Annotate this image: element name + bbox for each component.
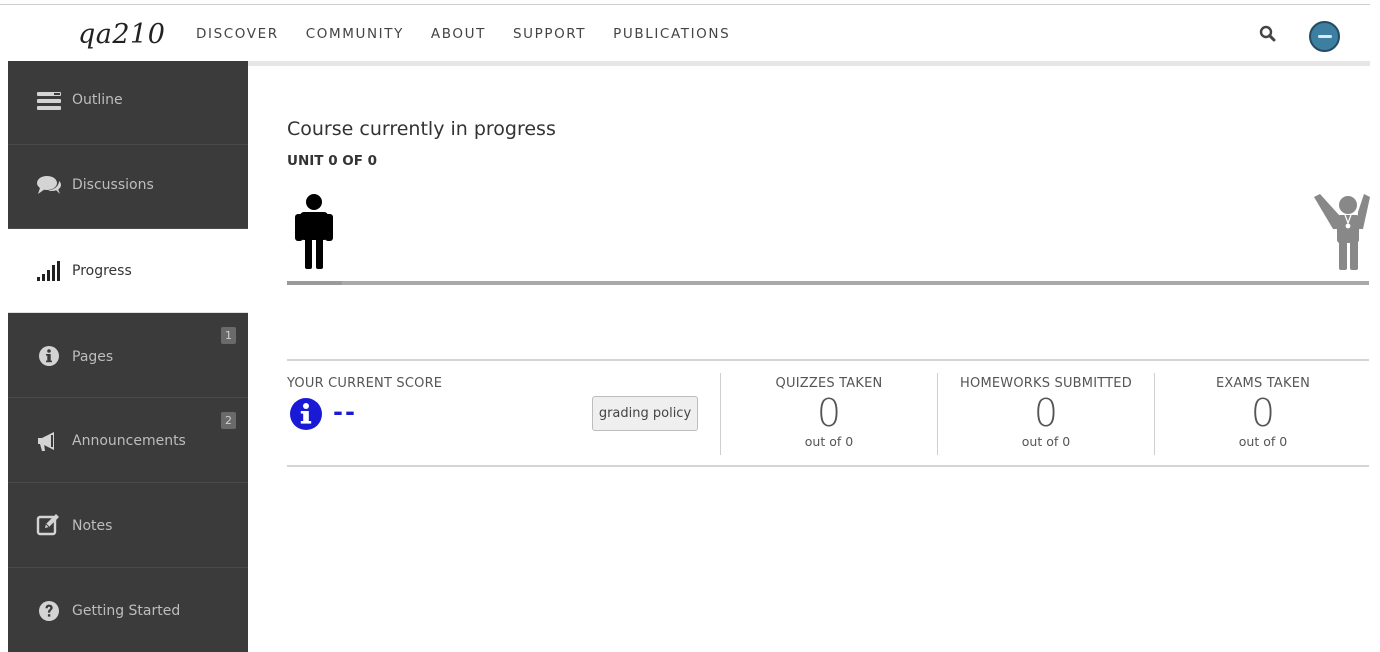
user-avatar[interactable] [1309, 21, 1340, 52]
current-score-value: -- [333, 398, 357, 426]
unit-counter: UNIT 0 OF 0 [287, 153, 378, 169]
finish-person-icon [1312, 193, 1370, 270]
top-navbar: qa210 DISCOVER COMMUNITY ABOUT SUPPORT P… [0, 5, 1380, 61]
header-divider [248, 61, 1370, 66]
stat-label: QUIZZES TAKEN [775, 376, 883, 391]
stats-separator [1154, 373, 1155, 455]
score-info-icon[interactable] [289, 397, 323, 431]
sidebar-item-label: Progress [72, 263, 132, 279]
course-sidebar: Outline Discussions Progress 1 Pages 2 A… [8, 61, 248, 652]
info-icon [36, 345, 62, 367]
avatar-mark [1317, 35, 1332, 38]
sidebar-item-label: Discussions [72, 177, 154, 193]
stats-separator [937, 373, 938, 455]
pages-count-badge: 1 [221, 327, 236, 344]
quizzes-taken-stat: QUIZZES TAKEN 0 out of 0 [722, 376, 936, 449]
nav-support[interactable]: SUPPORT [513, 26, 586, 42]
outline-icon [36, 90, 62, 112]
stats-divider-bottom [287, 465, 1369, 467]
site-logo[interactable]: qa210 [78, 19, 165, 50]
nav-publications[interactable]: PUBLICATIONS [613, 26, 730, 42]
comments-icon [36, 174, 62, 196]
sidebar-item-notes[interactable]: Notes [8, 484, 248, 568]
stat-label: EXAMS TAKEN [1215, 376, 1311, 391]
question-icon [36, 600, 62, 622]
sidebar-item-label: Outline [72, 92, 123, 108]
sidebar-item-discussions[interactable]: Discussions [8, 145, 248, 229]
edit-icon [36, 514, 62, 536]
nav-discover[interactable]: DISCOVER [196, 26, 279, 42]
nav-community[interactable]: COMMUNITY [306, 26, 404, 42]
page-title: Course currently in progress [287, 118, 556, 140]
search-icon[interactable] [1258, 24, 1278, 44]
stat-subtext: out of 0 [1238, 434, 1288, 449]
signal-bars-icon [36, 260, 62, 282]
sidebar-item-outline[interactable]: Outline [8, 61, 248, 145]
announcements-count-badge: 2 [221, 412, 236, 429]
nav-about[interactable]: ABOUT [431, 26, 486, 42]
stat-subtext: out of 0 [804, 434, 854, 449]
megaphone-icon [36, 430, 62, 452]
sidebar-item-label: Announcements [72, 433, 186, 449]
sidebar-item-getting-started[interactable]: Getting Started [8, 568, 248, 652]
sidebar-item-pages[interactable]: 1 Pages [8, 314, 248, 398]
progress-fill [287, 281, 342, 285]
stat-value: 0 [816, 391, 842, 435]
person-icon [293, 193, 333, 269]
stat-value: 0 [1033, 391, 1059, 435]
stat-value: 0 [1250, 391, 1276, 435]
sidebar-item-progress[interactable]: Progress [8, 229, 248, 313]
main-nav: DISCOVER COMMUNITY ABOUT SUPPORT PUBLICA… [196, 26, 757, 42]
stats-separator [720, 373, 721, 455]
sidebar-item-announcements[interactable]: 2 Announcements [8, 399, 248, 483]
stats-divider-top [287, 359, 1369, 361]
sidebar-item-label: Notes [72, 518, 113, 534]
progress-track [287, 281, 1369, 285]
sidebar-item-label: Getting Started [72, 603, 181, 619]
sidebar-item-label: Pages [72, 349, 114, 365]
homeworks-submitted-stat: HOMEWORKS SUBMITTED 0 out of 0 [939, 376, 1153, 449]
exams-taken-stat: EXAMS TAKEN 0 out of 0 [1156, 376, 1370, 449]
stat-subtext: out of 0 [1021, 434, 1071, 449]
score-label: YOUR CURRENT SCORE [287, 376, 443, 391]
stat-label: HOMEWORKS SUBMITTED [960, 376, 1132, 391]
grading-policy-button[interactable]: grading policy [592, 396, 698, 431]
